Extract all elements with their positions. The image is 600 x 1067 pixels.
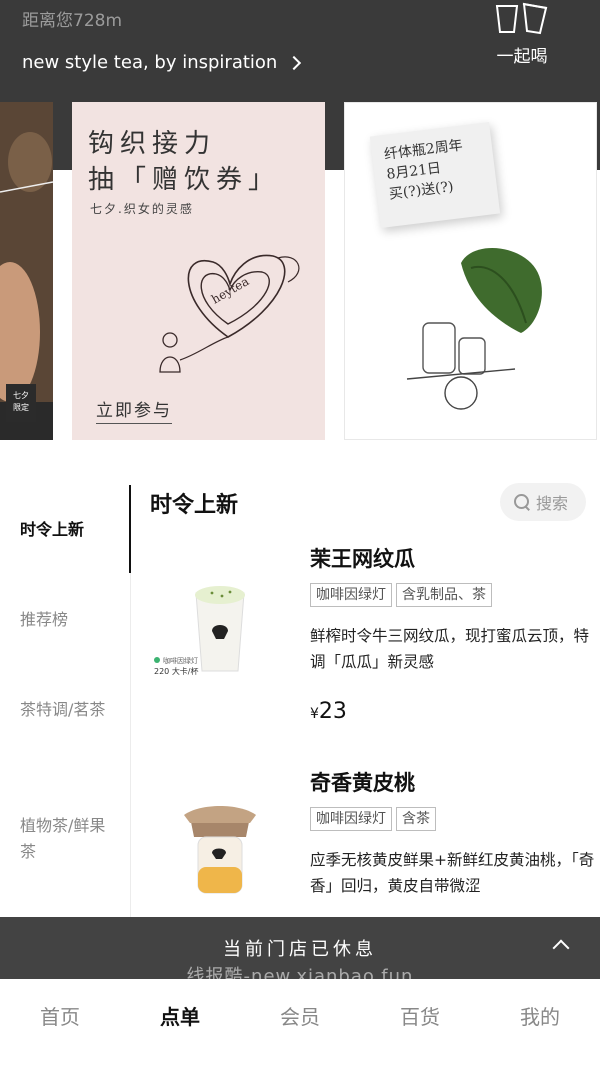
product-tag: 咖啡因绿灯 bbox=[310, 807, 392, 831]
product-tag: 含乳制品、茶 bbox=[396, 583, 492, 607]
category-sidebar: 时令上新 推荐榜 茶特调/茗茶 植物茶/鲜果茶 bbox=[0, 485, 131, 917]
cups-icon bbox=[495, 2, 548, 35]
yellow-peach-drink-image bbox=[184, 806, 256, 894]
svg-text:220 大卡/杯: 220 大卡/杯 bbox=[154, 666, 199, 676]
banner-prev-card[interactable]: 七夕 限定 bbox=[0, 102, 53, 440]
category-item-seasonal[interactable]: 时令上新 bbox=[20, 517, 120, 543]
tab-shop[interactable]: 百货 bbox=[360, 1001, 480, 1030]
search-icon bbox=[514, 494, 530, 510]
active-category-indicator bbox=[129, 485, 131, 573]
anniversary-note: 纤体瓶2周年 8月21日 买(?)送(?) bbox=[369, 122, 501, 228]
slogan-text: new style tea, by inspiration bbox=[22, 52, 278, 73]
product-card[interactable]: 奇香黄皮桃 咖啡因绿灯 含茶 应季无核黄皮鲜果+新鲜红皮黄油桃，「奇香」回归，黄… bbox=[150, 767, 600, 917]
product-card[interactable]: 咖啡因绿灯 220 大卡/杯 茉王网纹瓜 咖啡因绿灯 含乳制品、茶 鲜榨时令牛三… bbox=[150, 543, 600, 724]
search-button[interactable]: 搜索 bbox=[500, 483, 586, 521]
product-description: 应季无核黄皮鲜果+新鲜红皮黄油桃，「奇香」回归，黄皮自带微涩 bbox=[310, 851, 595, 895]
category-item-tea-specials[interactable]: 茶特调/茗茶 bbox=[20, 697, 120, 723]
svg-text:咖啡因绿灯: 咖啡因绿灯 bbox=[163, 656, 198, 665]
watermark-text: 线报酷-new.xianbao.fun bbox=[186, 966, 414, 987]
chevron-right-icon bbox=[287, 55, 302, 70]
tab-order[interactable]: 点单 bbox=[120, 1001, 240, 1030]
store-distance: 距离您728m bbox=[22, 11, 123, 31]
product-tags: 咖啡因绿灯 含乳制品、茶 bbox=[310, 583, 492, 607]
product-tags: 咖啡因绿灯 含茶 bbox=[310, 807, 436, 831]
tab-member[interactable]: 会员 bbox=[240, 1001, 360, 1030]
product-price: ¥23 bbox=[310, 699, 347, 724]
product-tag: 含茶 bbox=[396, 807, 436, 831]
product-name: 奇香黄皮桃 bbox=[310, 771, 415, 795]
banner-qixi-card[interactable]: 钩织接力 抽「赠饮券」 七夕.织女的灵感 heytea 立即参与 bbox=[72, 102, 325, 440]
heart-text: heytea bbox=[209, 274, 251, 306]
category-item-recommended[interactable]: 推荐榜 bbox=[20, 607, 120, 633]
search-label: 搜索 bbox=[536, 494, 569, 513]
tab-profile[interactable]: 我的 bbox=[480, 1001, 600, 1030]
sidebar-divider bbox=[130, 573, 131, 917]
banner-anniversary-card[interactable]: 纤体瓶2周年 8月21日 买(?)送(?) bbox=[344, 102, 597, 440]
product-tag: 咖啡因绿灯 bbox=[310, 583, 392, 607]
banner-subtitle: 七夕.织女的灵感 bbox=[90, 202, 194, 216]
melon-drink-image: 咖啡因绿灯 220 大卡/杯 bbox=[154, 586, 245, 676]
join-now-link[interactable]: 立即参与 bbox=[96, 396, 172, 424]
group-order-button[interactable]: 一起喝 bbox=[492, 0, 552, 67]
product-name: 茉王网纹瓜 bbox=[310, 547, 415, 571]
tab-home[interactable]: 首页 bbox=[0, 1001, 120, 1030]
product-description: 鲜榨时令牛三网纹瓜，现打蜜瓜云顶，特调「瓜瓜」新灵感 bbox=[310, 627, 590, 671]
store-slogan-link[interactable]: new style tea, by inspiration bbox=[22, 52, 302, 73]
category-item-fruit-tea[interactable]: 植物茶/鲜果茶 bbox=[20, 813, 120, 865]
qixi-limited-badge: 七夕 限定 bbox=[6, 384, 36, 422]
heart-sketch-illustration: heytea bbox=[159, 254, 300, 373]
group-order-label: 一起喝 bbox=[496, 47, 548, 67]
store-closed-text: 当前门店已休息 bbox=[223, 939, 377, 960]
bottom-tab-bar: 首页 点单 会员 百货 我的 bbox=[0, 979, 600, 1067]
banner-headline: 钩织接力 抽「赠饮券」 bbox=[88, 129, 281, 195]
kale-and-jars-illustration bbox=[406, 248, 542, 410]
section-title: 时令上新 bbox=[150, 493, 239, 518]
